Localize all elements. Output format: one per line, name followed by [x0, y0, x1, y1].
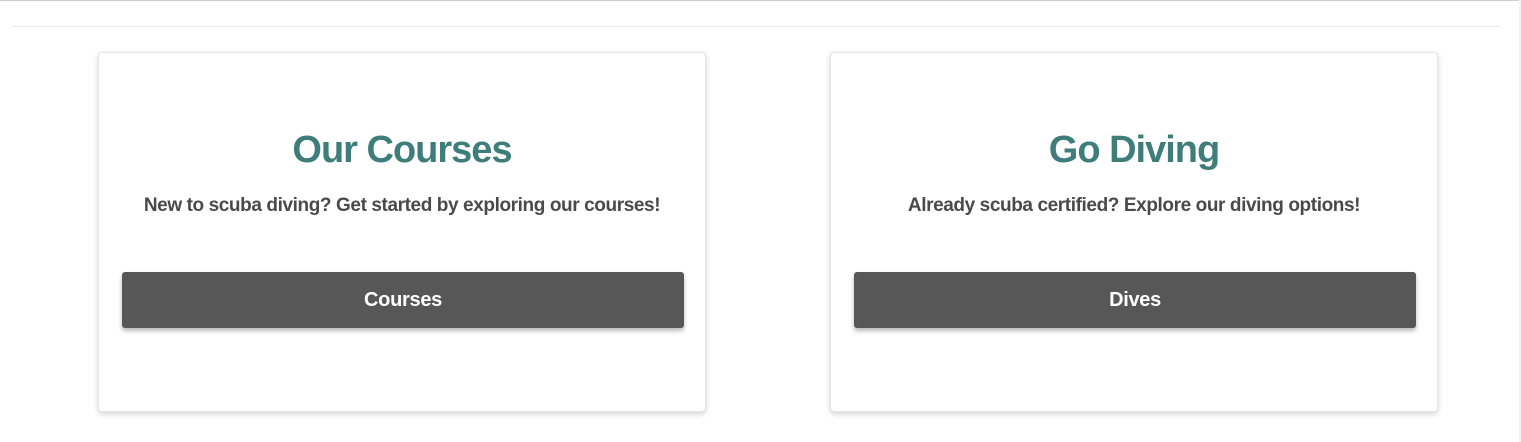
top-border [0, 0, 1521, 1]
courses-card-description: New to scuba diving? Get started by expl… [143, 195, 661, 216]
dives-button[interactable]: Dives [854, 272, 1416, 328]
diving-card-description: Already scuba certified? Explore our div… [907, 195, 1361, 216]
diving-card-title: Go Diving [1048, 129, 1220, 171]
courses-button[interactable]: Courses [122, 272, 684, 328]
section-divider [12, 26, 1500, 27]
diving-card: Go Diving Already scuba certified? Explo… [830, 52, 1438, 412]
page: Our Courses New to scuba diving? Get sta… [0, 0, 1521, 442]
courses-card: Our Courses New to scuba diving? Get sta… [98, 52, 706, 412]
courses-card-title: Our Courses [292, 129, 512, 171]
